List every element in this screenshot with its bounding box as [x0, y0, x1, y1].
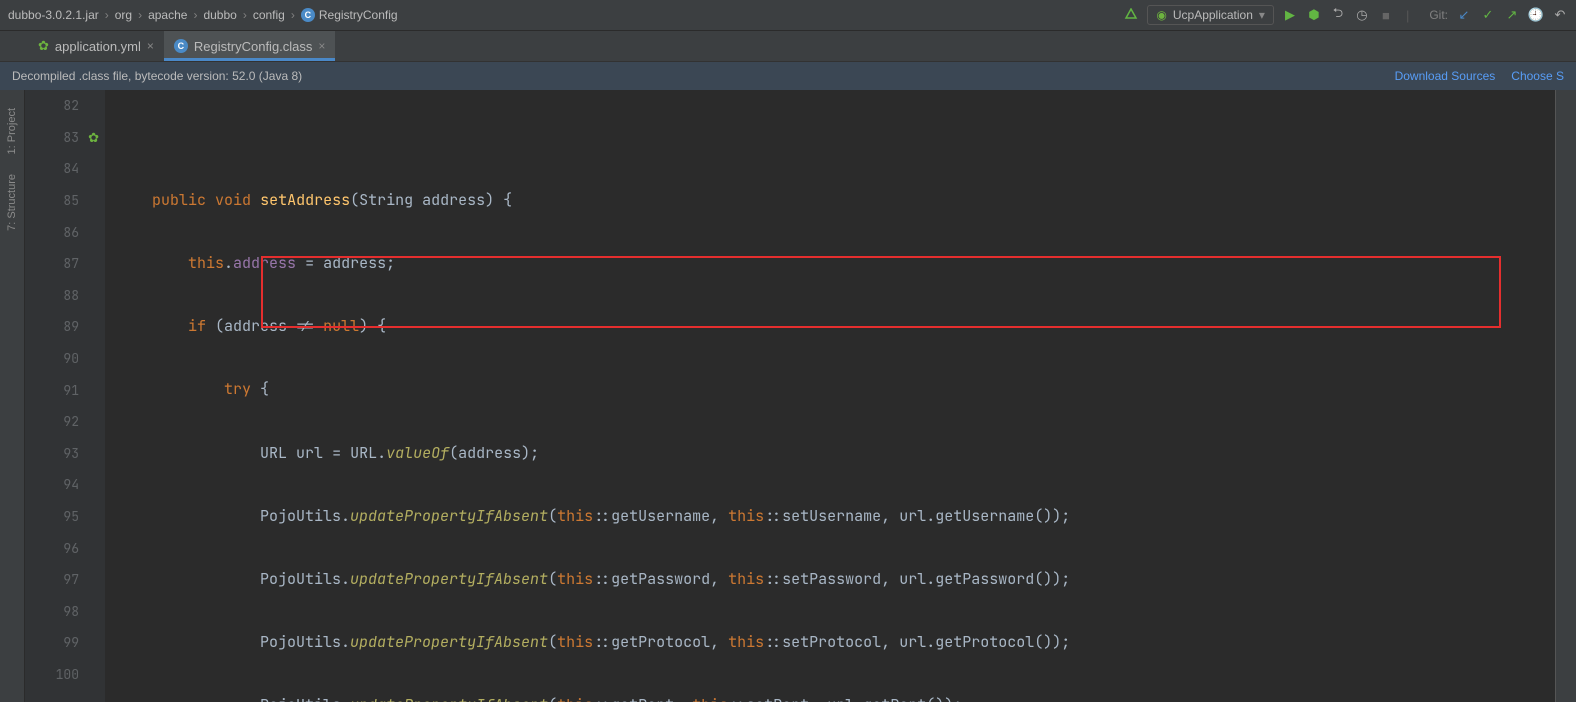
run-icon[interactable]: ▶: [1282, 7, 1298, 23]
gutter-line[interactable]: 86: [25, 216, 105, 248]
gutter-line[interactable]: 83✿: [25, 122, 105, 154]
run-config-label: UcpApplication: [1173, 8, 1253, 22]
right-scroll-rail[interactable]: [1555, 90, 1576, 702]
code-line: if (address != null) {: [125, 311, 1555, 343]
gutter-line[interactable]: 88: [25, 280, 105, 312]
gutter-line[interactable]: 93: [25, 438, 105, 470]
gutter-line[interactable]: 92: [25, 406, 105, 438]
toolbar-right: ◉ UcpApplication ▾ ▶ ⬢ ⮌ ◷ ■ | Git: ↙ ✓ …: [1123, 5, 1568, 25]
project-tool-button[interactable]: 1: Project: [6, 108, 18, 154]
class-icon: C: [174, 39, 188, 53]
tab-label: application.yml: [55, 39, 141, 54]
chevron-right-icon: ›: [105, 8, 109, 22]
stop-icon[interactable]: ■: [1378, 7, 1394, 23]
chevron-right-icon: ›: [291, 8, 295, 22]
chevron-right-icon: ›: [243, 8, 247, 22]
git-commit-icon[interactable]: ✓: [1480, 7, 1496, 23]
gutter-line[interactable]: 94: [25, 469, 105, 501]
crumb-apache[interactable]: apache: [148, 8, 187, 22]
code-line: [125, 122, 1555, 154]
crumb-jar[interactable]: dubbo-3.0.2.1.jar: [8, 8, 99, 22]
code-line: PojoUtils.updatePropertyIfAbsent(this::g…: [125, 690, 1555, 702]
chevron-right-icon: ›: [193, 8, 197, 22]
gutter-line[interactable]: 84: [25, 153, 105, 185]
crumb-class-label: RegistryConfig: [319, 8, 398, 22]
chevron-right-icon: ›: [138, 8, 142, 22]
gutter-line[interactable]: 100: [25, 659, 105, 691]
top-nav-bar: dubbo-3.0.2.1.jar › org › apache › dubbo…: [0, 0, 1576, 31]
decompile-banner: Decompiled .class file, bytecode version…: [0, 62, 1576, 90]
run-config-selector[interactable]: ◉ UcpApplication ▾: [1147, 5, 1274, 25]
gutter-line[interactable]: 99: [25, 627, 105, 659]
crumb-dubbo[interactable]: dubbo: [203, 8, 236, 22]
bean-gutter-icon[interactable]: ✿: [88, 129, 99, 146]
editor-wrap: 1: Project 7: Structure 82 83✿ 84 85 86 …: [0, 90, 1576, 702]
crumb-config[interactable]: config: [253, 8, 285, 22]
structure-tool-button[interactable]: 7: Structure: [6, 174, 18, 231]
separator: |: [1406, 8, 1409, 23]
gutter-line[interactable]: 95: [25, 501, 105, 533]
choose-sources-link[interactable]: Choose S: [1511, 69, 1564, 83]
git-label: Git:: [1429, 8, 1448, 22]
code-line: PojoUtils.updatePropertyIfAbsent(this::g…: [125, 627, 1555, 659]
breadcrumbs: dubbo-3.0.2.1.jar › org › apache › dubbo…: [8, 8, 1123, 22]
spring-icon: ◉: [1156, 8, 1166, 22]
banner-text: Decompiled .class file, bytecode version…: [12, 69, 302, 83]
dropdown-icon: ▾: [1259, 8, 1265, 22]
editor-tabs: ✿ application.yml × C RegistryConfig.cla…: [0, 31, 1576, 62]
code-line: this.address = address;: [125, 248, 1555, 280]
gutter-line[interactable]: 98: [25, 596, 105, 628]
gutter-line[interactable]: 91: [25, 374, 105, 406]
crumb-class[interactable]: C RegistryConfig: [301, 8, 398, 22]
gutter-line[interactable]: 82: [25, 90, 105, 122]
undo-icon[interactable]: ↶: [1552, 7, 1568, 23]
git-pull-icon[interactable]: ↙: [1456, 7, 1472, 23]
gutter-line[interactable]: 96: [25, 532, 105, 564]
code-line: PojoUtils.updatePropertyIfAbsent(this::g…: [125, 501, 1555, 533]
tab-application-yml[interactable]: ✿ application.yml ×: [28, 31, 164, 61]
code-line: PojoUtils.updatePropertyIfAbsent(this::g…: [125, 564, 1555, 596]
gutter-line[interactable]: 90: [25, 343, 105, 375]
profile-icon[interactable]: ◷: [1354, 7, 1370, 23]
tab-label: RegistryConfig.class: [194, 39, 313, 54]
history-icon[interactable]: 🕘: [1528, 7, 1544, 23]
gutter-line[interactable]: 97: [25, 564, 105, 596]
gutter-line[interactable]: 89: [25, 311, 105, 343]
class-icon: C: [301, 8, 315, 22]
gutter-line[interactable]: 87: [25, 248, 105, 280]
code-area[interactable]: public void setAddress(String address) {…: [105, 90, 1555, 702]
crumb-org[interactable]: org: [115, 8, 132, 22]
close-icon[interactable]: ×: [318, 39, 325, 53]
close-icon[interactable]: ×: [147, 39, 154, 53]
coverage-icon[interactable]: ⮌: [1330, 7, 1346, 23]
tab-registryconfig[interactable]: C RegistryConfig.class ×: [164, 31, 336, 61]
code-line: try {: [125, 374, 1555, 406]
code-line: public void setAddress(String address) {: [125, 185, 1555, 217]
gutter-line[interactable]: 85: [25, 185, 105, 217]
gutter: 82 83✿ 84 85 86 87 88 89 90 91 92 93 94 …: [25, 90, 105, 702]
left-tool-rail: 1: Project 7: Structure: [0, 90, 25, 702]
download-sources-link[interactable]: Download Sources: [1395, 69, 1496, 83]
git-push-icon[interactable]: ↗: [1504, 7, 1520, 23]
spring-leaf-icon: ✿: [38, 38, 49, 54]
debug-icon[interactable]: ⬢: [1306, 7, 1322, 23]
code-line: URL url = URL.valueOf(address);: [125, 438, 1555, 470]
build-icon[interactable]: [1123, 7, 1139, 23]
